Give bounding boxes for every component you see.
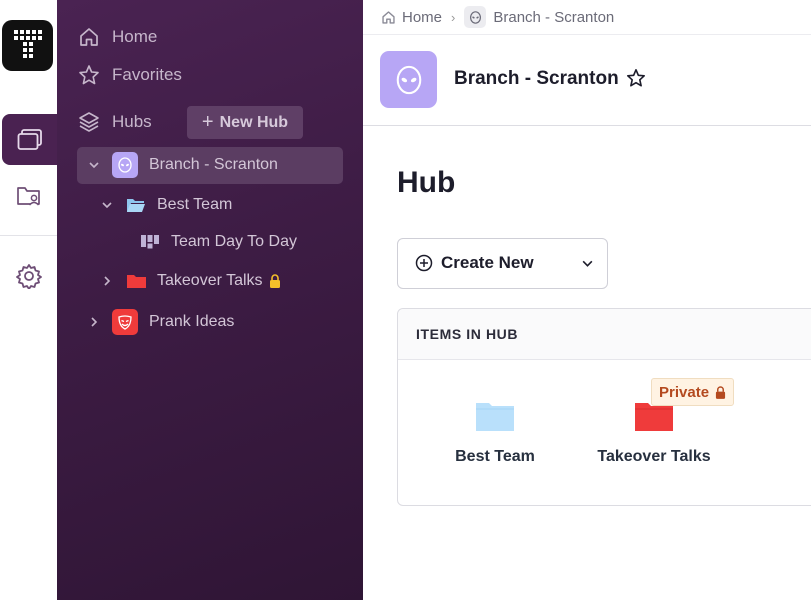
- tree-item-label: Takeover Talks: [157, 272, 263, 289]
- tree-item-label: Best Team: [157, 196, 233, 213]
- create-new-button[interactable]: Create New: [398, 239, 568, 287]
- plus-icon: +: [201, 111, 214, 133]
- tree-item-branch-scranton[interactable]: Branch - Scranton: [86, 152, 278, 178]
- tree-item-best-team[interactable]: Best Team: [99, 192, 232, 218]
- alien-icon: [112, 152, 138, 178]
- rail-divider: [0, 235, 57, 236]
- chevron-right-icon[interactable]: [99, 273, 115, 289]
- tree-item-team-day-to-day[interactable]: Team Day To Day: [140, 229, 297, 255]
- star-icon: [77, 63, 101, 87]
- folder-open-icon: [125, 192, 147, 218]
- new-hub-label: New Hub: [219, 113, 289, 131]
- chevron-down-icon[interactable]: [86, 157, 102, 173]
- items-panel-heading: ITEMS IN HUB: [398, 309, 811, 360]
- items-panel: ITEMS IN HUB Best Team Takeover Talks Pr…: [397, 308, 811, 506]
- chevron-right-icon[interactable]: [86, 314, 102, 330]
- hub-header: Branch - Scranton: [363, 35, 811, 126]
- folder-icon: [125, 268, 147, 294]
- mask-icon: [112, 309, 138, 335]
- nav-favorites[interactable]: Favorites: [77, 63, 182, 87]
- tree-item-takeover-talks[interactable]: Takeover Talks: [99, 268, 281, 294]
- breadcrumb-current[interactable]: Branch - Scranton: [493, 9, 614, 26]
- app-rail: [0, 0, 57, 600]
- nav-hubs-label: Hubs: [112, 112, 152, 131]
- folder-icon: [635, 401, 673, 436]
- hub-title: Branch - Scranton: [454, 68, 619, 89]
- favorite-star-icon[interactable]: [626, 68, 646, 93]
- tree-item-label: Team Day To Day: [171, 233, 297, 250]
- rail-shared-folders-button[interactable]: [2, 173, 55, 219]
- nav-hubs[interactable]: Hubs: [77, 110, 152, 134]
- gear-icon: [15, 264, 42, 289]
- shared-folder-icon: [16, 187, 40, 206]
- hub-item-takeover-talks[interactable]: Takeover Talks: [584, 401, 724, 466]
- folder-icon: [476, 401, 514, 436]
- nav-home[interactable]: Home: [77, 25, 157, 49]
- tree-item-prank-ideas[interactable]: Prank Ideas: [86, 309, 234, 335]
- hub-item-label: Takeover Talks: [597, 448, 711, 465]
- lock-icon: [269, 274, 281, 288]
- main-content: Home › Branch - Scranton Branch - Scrant…: [363, 0, 811, 600]
- create-new-dropdown[interactable]: [568, 239, 606, 287]
- private-badge-label: Private: [659, 383, 710, 401]
- lock-icon: [715, 385, 726, 399]
- create-new-label: Create New: [441, 253, 534, 272]
- chevron-down-icon[interactable]: [99, 197, 115, 213]
- nav-favorites-label: Favorites: [112, 65, 182, 84]
- nav-home-label: Home: [112, 27, 158, 46]
- hub-avatar: [380, 51, 437, 108]
- breadcrumb-separator-icon: ›: [451, 9, 456, 25]
- board-icon: [140, 229, 160, 255]
- new-hub-button[interactable]: + New Hub: [187, 106, 303, 139]
- tree-item-label: Branch - Scranton: [149, 156, 278, 173]
- alien-icon: [464, 6, 487, 28]
- private-badge: Private: [651, 378, 735, 406]
- logo-icon: [13, 29, 42, 58]
- windows-icon: [17, 128, 42, 150]
- home-icon: [77, 25, 101, 49]
- home-icon: [381, 10, 396, 25]
- page-title: Hub: [397, 166, 456, 199]
- chevron-down-icon: [582, 260, 592, 267]
- breadcrumb: Home › Branch - Scranton: [363, 0, 811, 35]
- app-logo[interactable]: [2, 20, 53, 71]
- hub-item-label: Best Team: [455, 448, 535, 465]
- layers-icon: [77, 110, 101, 134]
- hub-item-best-team[interactable]: Best Team: [425, 401, 565, 466]
- create-new-control: Create New: [397, 238, 608, 289]
- sidebar: Home Favorites Hubs + New Hub Branch - S…: [57, 0, 363, 600]
- rail-settings-button[interactable]: [2, 253, 55, 299]
- plus-circle-icon: [415, 254, 433, 272]
- alien-icon: [396, 65, 421, 94]
- breadcrumb-home[interactable]: Home: [402, 9, 442, 26]
- tree-item-label: Prank Ideas: [149, 313, 235, 330]
- rail-hubs-button[interactable]: [2, 114, 57, 165]
